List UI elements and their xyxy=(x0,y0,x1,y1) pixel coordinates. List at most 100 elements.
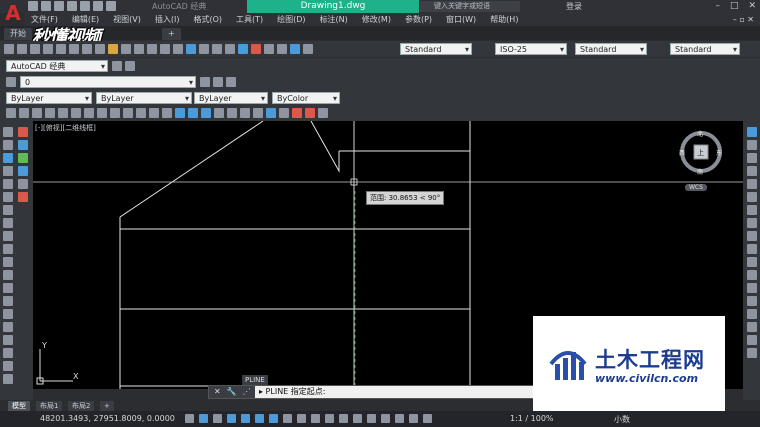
revolve-icon[interactable] xyxy=(149,108,159,118)
rotate-icon[interactable] xyxy=(747,205,757,215)
print-icon[interactable] xyxy=(80,1,90,11)
ucs-icon[interactable] xyxy=(266,108,276,118)
menu-insert[interactable]: 插入(I) xyxy=(148,13,187,26)
menu-modify[interactable]: 修改(M) xyxy=(355,13,398,26)
polysolid-icon[interactable] xyxy=(97,108,107,118)
polygon-icon[interactable] xyxy=(3,166,13,176)
new-tab-button[interactable]: + xyxy=(162,28,181,40)
ortho-icon[interactable] xyxy=(227,414,236,423)
recent-commands-icon[interactable]: ⋰ xyxy=(243,386,251,398)
make-current-icon[interactable] xyxy=(200,77,210,87)
draw-toolbar[interactable] xyxy=(3,127,13,384)
viewcube-east[interactable]: 东 xyxy=(716,148,722,157)
units-readout[interactable]: 小数 xyxy=(614,414,630,425)
pan-icon[interactable] xyxy=(173,44,183,54)
linetype-dropdown[interactable]: ByLayer xyxy=(96,92,192,105)
loft-icon[interactable] xyxy=(162,108,172,118)
search-input[interactable]: 键入关键字或短语 xyxy=(420,1,520,12)
view-icon[interactable] xyxy=(279,108,289,118)
chamfer-icon[interactable] xyxy=(747,309,757,319)
menu-window[interactable]: 窗口(W) xyxy=(439,13,483,26)
join-icon[interactable] xyxy=(747,296,757,306)
modeling-tools[interactable] xyxy=(6,108,328,118)
tool-palette-icon[interactable] xyxy=(251,44,261,54)
extend-icon[interactable] xyxy=(747,257,757,267)
area-icon[interactable] xyxy=(18,140,28,150)
calculator-icon[interactable] xyxy=(290,44,300,54)
visual-style-icon[interactable] xyxy=(292,108,302,118)
viewcube-north[interactable]: 北 xyxy=(697,129,703,138)
ellipse-arc-icon[interactable] xyxy=(3,257,13,267)
save-as-icon[interactable] xyxy=(67,1,77,11)
selection-cycling-icon[interactable] xyxy=(311,414,320,423)
open-icon[interactable] xyxy=(41,1,51,11)
paste-icon[interactable] xyxy=(108,44,118,54)
copy-icon[interactable] xyxy=(747,140,757,150)
properties-icon[interactable] xyxy=(225,44,235,54)
tab-start[interactable]: 开始 xyxy=(4,28,32,40)
command-line[interactable]: ✕ 🔧 ⋰ ▸ PLINE 指定起点: xyxy=(208,385,538,399)
menu-tools[interactable]: 工具(T) xyxy=(229,13,270,26)
3d-array-icon[interactable] xyxy=(253,108,263,118)
workspace-switch-icon[interactable] xyxy=(423,414,432,423)
viewcube-west[interactable]: 西 xyxy=(679,148,685,157)
3d-align-icon[interactable] xyxy=(240,108,250,118)
subtract-icon[interactable] xyxy=(188,108,198,118)
annotation-scale[interactable]: 1:1 / 100% xyxy=(510,414,554,423)
insert-block-icon[interactable] xyxy=(3,270,13,280)
auto-scale-icon[interactable] xyxy=(395,414,404,423)
massprop-icon[interactable] xyxy=(18,153,28,163)
menu-dimension[interactable]: 标注(N) xyxy=(313,13,355,26)
layer-dropdown[interactable]: 0 xyxy=(20,76,196,89)
arc-icon[interactable] xyxy=(3,192,13,202)
make-block-icon[interactable] xyxy=(3,283,13,293)
maximize-button[interactable]: □ xyxy=(730,1,739,11)
undo-icon[interactable] xyxy=(93,1,103,11)
menu-view[interactable]: 视图(V) xyxy=(106,13,148,26)
erase-icon[interactable] xyxy=(747,127,757,137)
stretch-icon[interactable] xyxy=(747,231,757,241)
zoom-icon[interactable] xyxy=(186,44,196,54)
polar-icon[interactable] xyxy=(241,414,250,423)
undo-icon[interactable] xyxy=(147,44,157,54)
close-icon[interactable]: ✕ xyxy=(214,386,221,398)
region-icon[interactable] xyxy=(3,335,13,345)
match-icon[interactable] xyxy=(121,44,131,54)
break-icon[interactable] xyxy=(747,283,757,293)
app-menu-button[interactable]: A xyxy=(2,1,24,25)
line-icon[interactable] xyxy=(3,127,13,137)
extrude-icon[interactable] xyxy=(110,108,120,118)
menu-draw[interactable]: 绘图(D) xyxy=(270,13,312,26)
render-icon[interactable] xyxy=(305,108,315,118)
3d-rotate-icon[interactable] xyxy=(227,108,237,118)
tab-layout2[interactable]: 布局2 xyxy=(68,401,95,411)
mtext-icon[interactable] xyxy=(3,361,13,371)
table-icon[interactable] xyxy=(3,348,13,358)
close-button[interactable]: ✕ xyxy=(748,1,756,11)
menu-parametric[interactable]: 参数(P) xyxy=(398,13,439,26)
distance-icon[interactable] xyxy=(18,127,28,137)
add-selected-icon[interactable] xyxy=(3,374,13,384)
new-icon[interactable] xyxy=(28,1,38,11)
grid-icon[interactable] xyxy=(199,414,208,423)
tab-model[interactable]: 模型 xyxy=(8,401,30,411)
modify-tools[interactable] xyxy=(747,127,757,358)
save-icon[interactable] xyxy=(54,1,64,11)
copy-icon[interactable] xyxy=(95,44,105,54)
presspull-icon[interactable] xyxy=(123,108,133,118)
list-icon[interactable] xyxy=(18,166,28,176)
new-icon[interactable] xyxy=(4,44,14,54)
scale-icon[interactable] xyxy=(747,218,757,228)
point-icon[interactable] xyxy=(3,296,13,306)
array-icon[interactable] xyxy=(747,179,757,189)
union-icon[interactable] xyxy=(175,108,185,118)
coordinate-readout[interactable]: 48201.3493, 27951.8009, 0.0000 xyxy=(40,414,175,423)
tab-layout1[interactable]: 布局1 xyxy=(36,401,63,411)
gear-icon[interactable] xyxy=(112,61,122,71)
mirror-icon[interactable] xyxy=(747,153,757,163)
fillet-icon[interactable] xyxy=(747,322,757,332)
annotation-scale-icon[interactable] xyxy=(409,414,418,423)
text-style-dropdown[interactable]: Standard xyxy=(400,43,472,56)
print-icon[interactable] xyxy=(43,44,53,54)
standard-tools[interactable] xyxy=(4,44,313,54)
